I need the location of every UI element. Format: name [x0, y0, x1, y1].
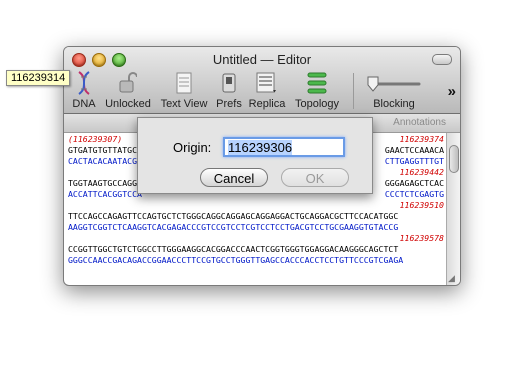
sequence-row: GGGCCAACCGACAGACCGGAACCCTTCCGTGCCTGGGTTG…: [68, 255, 444, 266]
sequence-row: 116239510: [68, 200, 444, 211]
sequence-left-text: TTCCAGCCAGAGTTCCAGTGCTCTGGGCAGGCAGGAGCAG…: [68, 211, 399, 221]
ok-button[interactable]: OK: [281, 168, 349, 187]
sequence-left-text: CCGGTTGGCTGTCTGGCCTTGGGAAGGCACGGACCCAACT…: [68, 244, 399, 254]
toolbar-replica-label: Replica: [248, 98, 286, 110]
sequence-right-text: GGGAGAGCTCAC: [384, 178, 444, 188]
toolbar-replica-button[interactable]: Replica: [248, 71, 286, 110]
resize-grip-icon[interactable]: ◢: [448, 273, 459, 284]
toolbar-topology-label: Topology: [294, 98, 340, 110]
toolbar-overflow-button[interactable]: »: [448, 83, 456, 100]
toolbar-text-view-button[interactable]: Text View: [159, 71, 209, 110]
toolbar-toggle-button[interactable]: [432, 54, 452, 65]
toolbar-topology-button[interactable]: Topology: [292, 71, 342, 110]
sequence-right-text: CCCTCTCGAGTG: [384, 189, 444, 199]
toolbar-unlocked-label: Unlocked: [105, 98, 151, 110]
toolbar-prefs-label: Prefs: [216, 98, 242, 110]
toolbar-unlocked-button[interactable]: Unlocked: [105, 71, 151, 110]
slider-icon[interactable]: [365, 71, 423, 95]
origin-input-value: 116239306: [228, 140, 293, 155]
unlocked-icon: [119, 71, 138, 95]
sequence-left-text: TGGTAAGTGCCAGGT: [68, 178, 142, 188]
sequence-row: TTCCAGCCAGAGTTCCAGTGCTCTGGGCAGGCAGGAGCAG…: [68, 211, 444, 222]
sequence-left-text: ACCATTCACGGTCCA: [68, 189, 142, 199]
annotations-header[interactable]: Annotations: [393, 117, 446, 128]
toolbar-dna-button[interactable]: DNA: [70, 71, 98, 110]
sequence-row: AAGGTCGGTCTCAAGGTCACGAGACCCGTCCGTCCTCGTC…: [68, 222, 444, 233]
sequence-left-text: AAGGTCGGTCTCAAGGTCACGAGACCCGTCCGTCCTCGTC…: [68, 222, 399, 232]
cancel-button[interactable]: Cancel: [200, 168, 268, 187]
toolbar-dna-label: DNA: [72, 98, 96, 110]
sequence-right-text: CTTGAGGTTTGT: [384, 156, 444, 166]
sequence-right-text: 116239578: [399, 233, 444, 243]
switch-icon: [221, 71, 237, 95]
vertical-scrollbar[interactable]: ◢: [446, 133, 460, 285]
sequence-left-text: CACTACACAATACGC: [68, 156, 142, 166]
origin-dialog: Origin: 116239306 Cancel OK: [137, 117, 373, 194]
document-icon: [176, 71, 192, 95]
position-tooltip: 116239314: [6, 70, 71, 86]
sequence-right-text: 116239510: [399, 200, 444, 210]
toolbar-blocking-label: Blocking: [373, 98, 415, 110]
topology-icon: [307, 71, 327, 95]
toolbar-prefs-button[interactable]: Prefs: [215, 71, 243, 110]
sequence-row: CCGGTTGGCTGTCTGGCCTTGGGAAGGCACGGACCCAACT…: [68, 244, 444, 255]
toolbar-text-view-label: Text View: [160, 98, 208, 110]
origin-input[interactable]: 116239306: [223, 137, 345, 157]
window-title: Untitled — Editor: [212, 52, 312, 67]
titlebar: Untitled — Editor DNA Unlocked Text View: [64, 47, 460, 114]
scrollbar-thumb[interactable]: [449, 145, 459, 173]
dna-icon: [76, 71, 92, 95]
toolbar-separator: [353, 73, 354, 109]
sequence-left-text: GTGATGTGTTATGCG: [68, 145, 142, 155]
toolbar-blocking-control[interactable]: Blocking: [363, 71, 425, 110]
sequence-right-text: GAACTCCAAACA: [384, 145, 444, 155]
sequence-left-text: GGGCCAACCGACAGACCGGAACCCTTCCGTGCCTGGGTTG…: [68, 255, 404, 265]
sequence-right-text: 116239442: [399, 167, 444, 177]
sequence-right-text: 116239374: [399, 134, 444, 144]
origin-label: Origin:: [173, 140, 212, 155]
sequence-row: 116239578: [68, 233, 444, 244]
replica-icon: [256, 71, 278, 95]
sequence-left-text: (116239307): [68, 134, 123, 144]
